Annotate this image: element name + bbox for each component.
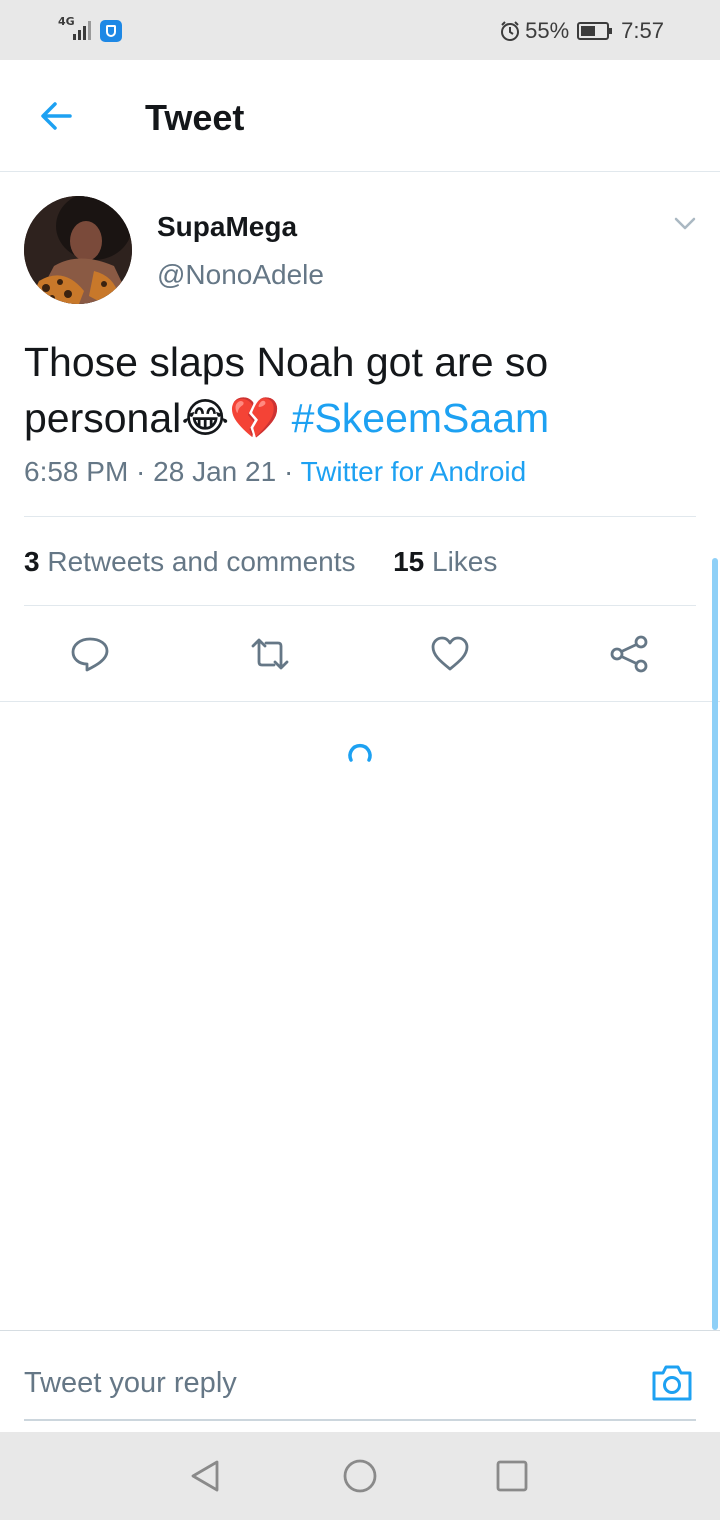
camera-icon[interactable] (650, 1361, 694, 1405)
tweet-source-link[interactable]: Twitter for Android (301, 456, 527, 487)
shield-icon (100, 20, 122, 42)
app-bar: Tweet (0, 60, 720, 172)
tweet-actions (0, 606, 720, 702)
likes-stat[interactable]: 15 Likes (393, 546, 497, 577)
retweet-icon[interactable] (250, 634, 290, 674)
tweet-time: 6:58 PM (24, 456, 129, 487)
likes-count: 15 (393, 546, 425, 577)
tweet-date: 28 Jan 21 (153, 456, 277, 487)
display-name[interactable]: SupaMega (157, 210, 297, 244)
reply-composer: Tweet your reply (0, 1330, 720, 1432)
reply-input[interactable]: Tweet your reply (24, 1365, 237, 1401)
retweets-label: Retweets and comments (47, 546, 356, 577)
alarm-icon (501, 21, 520, 41)
tweet-text: Those slaps Noah got are so personal😂💔 #… (24, 334, 704, 446)
home-nav-icon[interactable] (342, 1458, 378, 1494)
system-nav-bar (0, 1432, 720, 1520)
battery-percent: 55% (525, 18, 570, 43)
chevron-down-icon[interactable] (672, 214, 698, 234)
like-icon[interactable] (430, 634, 470, 674)
hashtag-link[interactable]: #SkeemSaam (292, 395, 550, 441)
tweet-meta: 6:58 PM · 28 Jan 21 · Twitter for Androi… (24, 454, 526, 490)
loading-spinner-icon (348, 743, 372, 762)
battery-icon (577, 22, 613, 40)
likes-label: Likes (432, 546, 498, 577)
reply-underline (24, 1419, 696, 1421)
meta-separator: · (128, 456, 154, 487)
status-bar: 4G 55% 7:57 (0, 0, 720, 60)
recents-nav-icon[interactable] (494, 1458, 530, 1494)
tweet-stats: 3 Retweets and comments 15 Likes (24, 542, 497, 582)
status-right-group: 55% 7:57 (499, 16, 664, 46)
avatar-photo (24, 196, 132, 304)
back-nav-icon[interactable] (187, 1458, 223, 1494)
user-handle[interactable]: @NonoAdele (157, 258, 324, 292)
signal-icon (73, 21, 91, 40)
signal-indicator: 4G (58, 16, 94, 42)
page-title: Tweet (145, 97, 245, 138)
retweets-stat[interactable]: 3 Retweets and comments (24, 546, 356, 577)
clock-time: 7:57 (621, 18, 664, 43)
reply-icon[interactable] (70, 634, 110, 674)
scrollbar[interactable] (712, 558, 718, 1330)
meta-separator: · (276, 456, 301, 487)
back-arrow-icon[interactable] (34, 94, 78, 138)
divider (24, 516, 696, 517)
avatar[interactable] (24, 196, 132, 304)
share-icon[interactable] (609, 634, 649, 674)
retweets-count: 3 (24, 546, 40, 577)
